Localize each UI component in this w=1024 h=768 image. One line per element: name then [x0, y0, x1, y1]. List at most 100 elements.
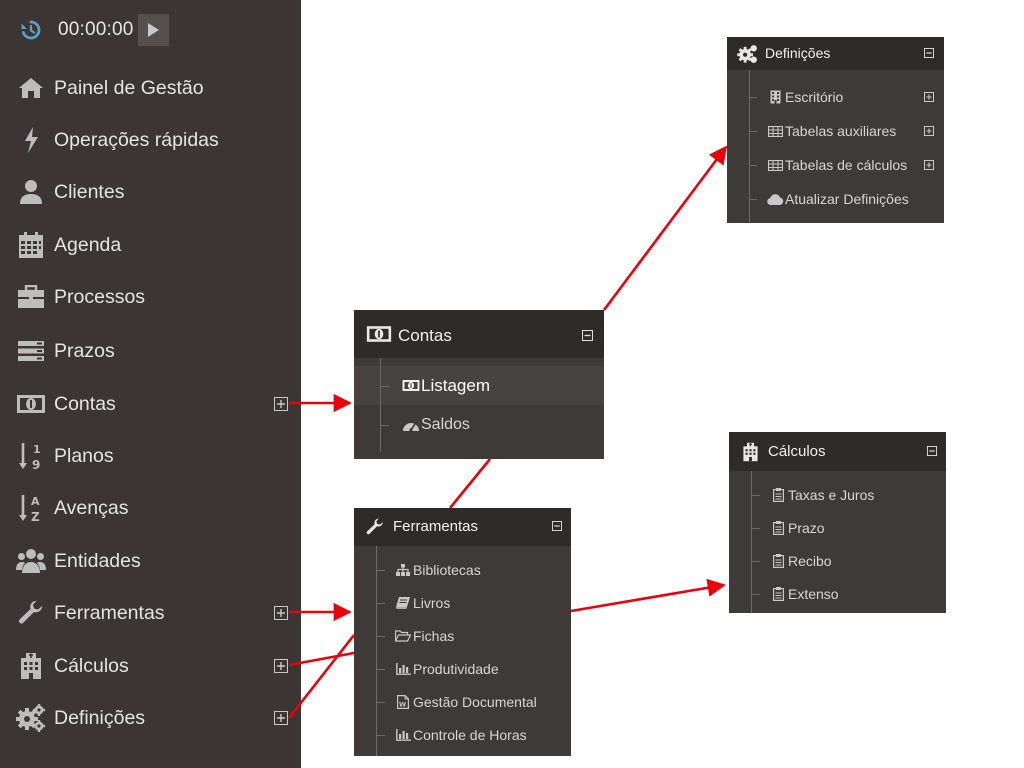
panel-title: Definições [765, 45, 831, 61]
sub-item-label: Escritório [785, 89, 844, 105]
gears-icon [737, 44, 759, 64]
play-icon [148, 23, 160, 37]
definicoes-item-atualizar[interactable]: Atualizar Definições [727, 186, 944, 212]
table-icon [768, 125, 783, 137]
collapse-icon[interactable] [927, 446, 937, 456]
dashboard-icon [402, 417, 420, 433]
sidebar-item-clientes[interactable]: Clientes [0, 170, 301, 214]
svg-text:9: 9 [32, 458, 40, 471]
sidebar-item-label: Prazos [54, 339, 115, 362]
collapse-icon[interactable] [552, 521, 562, 531]
definicoes-item-tabelas-calculos[interactable]: Tabelas de cálculos [727, 152, 944, 178]
user-icon [16, 177, 46, 207]
clipboard-icon [772, 587, 784, 601]
money-icon [366, 325, 392, 343]
book-icon [395, 597, 410, 609]
sub-item-label: Recibo [788, 553, 832, 569]
sidebar-item-agenda[interactable]: Agenda [0, 223, 301, 267]
definicoes-panel: Definições Escritório Tabelas auxiliares… [727, 37, 944, 223]
sub-item-label: Extenso [788, 586, 839, 602]
expand-icon[interactable] [924, 92, 934, 102]
expand-icon[interactable] [924, 160, 934, 170]
wrench-icon [16, 598, 46, 628]
definicoes-item-escritorio[interactable]: Escritório [727, 84, 944, 110]
ferramentas-item-produtividade[interactable]: Produtividade [354, 657, 571, 681]
sidebar-item-label: Agenda [54, 233, 122, 256]
sidebar-item-label: Entidades [54, 549, 141, 572]
ferramentas-item-controle-horas[interactable]: Controle de Horas [354, 723, 571, 747]
svg-text:A: A [31, 495, 40, 508]
sidebar-item-label: Painel de Gestão [54, 76, 204, 99]
screen: 00:00:00 Painel de Gestão Operações rápi… [0, 0, 1024, 768]
contas-item-listagem[interactable]: Listagem [354, 366, 604, 405]
sub-item-label: Saldos [421, 416, 470, 433]
svg-text:Z: Z [31, 510, 40, 523]
ferramentas-item-bibliotecas[interactable]: Bibliotecas [354, 558, 571, 582]
calculos-item-taxas-juros[interactable]: Taxas e Juros [729, 483, 946, 507]
sidebar-item-label: Processos [54, 285, 146, 308]
ferramentas-panel: Ferramentas Bibliotecas Livros Fichas Pr… [354, 508, 571, 756]
sidebar-item-operacoes[interactable]: Operações rápidas [0, 118, 301, 162]
sidebar-item-processos[interactable]: Processos [0, 275, 301, 319]
arrow-definicoes-mid [448, 458, 492, 509]
hospital-icon [742, 441, 759, 462]
server-icon [16, 336, 46, 366]
sidebar-item-painel[interactable]: Painel de Gestão [0, 66, 301, 110]
sub-item-label: Produtividade [413, 661, 499, 677]
sidebar-item-label: Clientes [54, 180, 125, 203]
ferramentas-item-gestao-documental[interactable]: W Gestão Documental [354, 690, 571, 714]
sub-item-label: Atualizar Definições [785, 191, 909, 207]
ferramentas-item-fichas[interactable]: Fichas [354, 624, 571, 648]
briefcase-icon [16, 282, 46, 312]
users-icon [16, 546, 46, 576]
definicoes-item-tabelas-auxiliares[interactable]: Tabelas auxiliares [727, 118, 944, 144]
sub-item-label: Prazo [788, 520, 825, 536]
contas-panel-header[interactable]: Contas [354, 310, 604, 358]
sub-item-label: Taxas e Juros [788, 487, 875, 503]
panel-title: Ferramentas [393, 518, 479, 535]
expand-icon[interactable] [274, 659, 288, 673]
sub-item-label: Listagem [421, 376, 490, 395]
timer: 00:00:00 [18, 14, 169, 46]
sidebar-item-prazos[interactable]: Prazos [0, 329, 301, 373]
sub-item-label: Tabelas de cálculos [785, 157, 908, 173]
calculos-item-prazo[interactable]: Prazo [729, 516, 946, 540]
hospital-icon [16, 651, 46, 681]
collapse-icon[interactable] [582, 330, 593, 341]
play-button[interactable] [137, 14, 169, 46]
expand-icon[interactable] [924, 126, 934, 136]
definicoes-panel-header[interactable]: Definições [727, 37, 944, 70]
refresh-icon[interactable] [18, 17, 44, 43]
sort-alpha-icon: AZ [16, 493, 46, 523]
sidebar-item-planos[interactable]: 19 Planos [0, 434, 301, 478]
sub-item-label: Livros [413, 595, 451, 611]
sidebar-item-label: Contas [54, 392, 116, 415]
calendar-icon [16, 230, 46, 260]
panel-title: Contas [398, 326, 452, 345]
sidebar-item-entidades[interactable]: Entidades [0, 539, 301, 583]
expand-icon[interactable] [274, 606, 288, 620]
collapse-icon[interactable] [924, 48, 934, 58]
ferramentas-panel-header[interactable]: Ferramentas [354, 508, 571, 546]
home-icon [16, 73, 46, 103]
expand-icon[interactable] [274, 397, 288, 411]
calculos-item-extenso[interactable]: Extenso [729, 582, 946, 606]
sidebar-item-label: Planos [54, 444, 114, 467]
svg-text:W: W [399, 701, 406, 709]
sidebar-item-contas[interactable]: Contas [0, 382, 301, 426]
sidebar-item-label: Ferramentas [54, 601, 165, 624]
calculos-item-recibo[interactable]: Recibo [729, 549, 946, 573]
calculos-panel: Cálculos Taxas e Juros Prazo Recibo Exte… [729, 432, 946, 613]
sidebar-item-avencas[interactable]: AZ Avenças [0, 486, 301, 530]
ferramentas-item-livros[interactable]: Livros [354, 591, 571, 615]
money-icon [16, 389, 46, 419]
sidebar-item-definicoes[interactable]: Definições [0, 696, 301, 740]
bolt-icon [16, 125, 46, 155]
bar-chart-icon [395, 663, 411, 675]
expand-icon[interactable] [274, 711, 288, 725]
sidebar-item-ferramentas[interactable]: Ferramentas [0, 591, 301, 635]
clipboard-icon [772, 554, 784, 568]
contas-item-saldos[interactable]: Saldos [354, 406, 604, 444]
calculos-panel-header[interactable]: Cálculos [729, 432, 946, 471]
sidebar-item-calculos[interactable]: Cálculos [0, 644, 301, 688]
